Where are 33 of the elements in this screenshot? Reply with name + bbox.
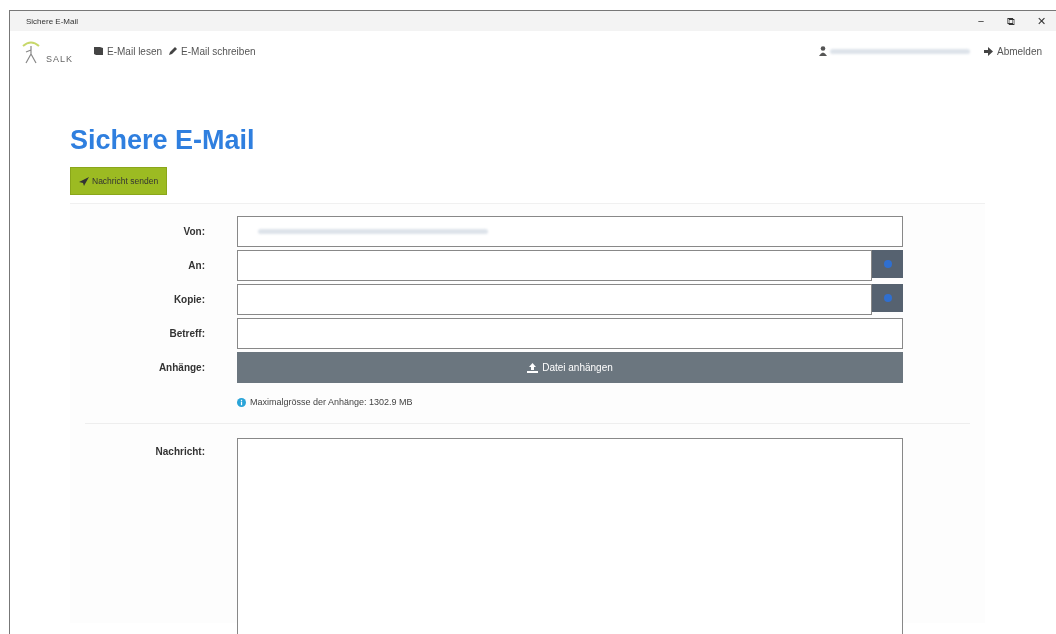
field-label: Kopie:: [172, 294, 205, 305]
user-menu[interactable]: [818, 46, 970, 56]
recipient-field[interactable]: [237, 284, 872, 315]
message-field[interactable]: [237, 438, 903, 634]
field-label: Betreff:: [168, 328, 205, 339]
book-icon: [93, 46, 104, 56]
logout-link[interactable]: Abmelden: [983, 45, 1042, 57]
info-icon: [237, 397, 246, 407]
field-label: Anhänge:: [157, 362, 205, 373]
add-icon: [883, 260, 892, 268]
recipient-field[interactable]: [237, 250, 872, 281]
restore-button[interactable]: ⧉: [996, 14, 1026, 28]
nav-link[interactable]: E-Mail lesen: [93, 45, 163, 57]
brand-name: SALK: [46, 54, 73, 64]
minimize-button[interactable]: −: [966, 14, 996, 28]
user-icon: [818, 46, 827, 56]
info-text: Maximalgrösse der Anhänge: 1302.9 MB: [250, 397, 413, 407]
field-label: Von:: [182, 226, 205, 237]
pencil-icon: [168, 46, 179, 56]
close-button[interactable]: ✕: [1026, 14, 1056, 28]
window-title: Sichere E-Mail: [26, 16, 78, 26]
field-label: An:: [187, 260, 205, 271]
send-button[interactable]: Nachricht senden: [70, 167, 168, 195]
logout-icon: [983, 46, 994, 56]
subject-field[interactable]: [237, 318, 903, 349]
nav-link[interactable]: E-Mail schreiben: [168, 45, 256, 57]
page-heading: Sichere E-Mail: [70, 124, 256, 157]
send-icon: [79, 176, 89, 186]
add-icon: [883, 294, 892, 302]
sender-field[interactable]: [237, 216, 903, 247]
field-label: Nachricht:: [154, 446, 205, 457]
upload-icon: [527, 362, 539, 373]
attach-button[interactable]: Datei anhängen: [237, 352, 903, 383]
